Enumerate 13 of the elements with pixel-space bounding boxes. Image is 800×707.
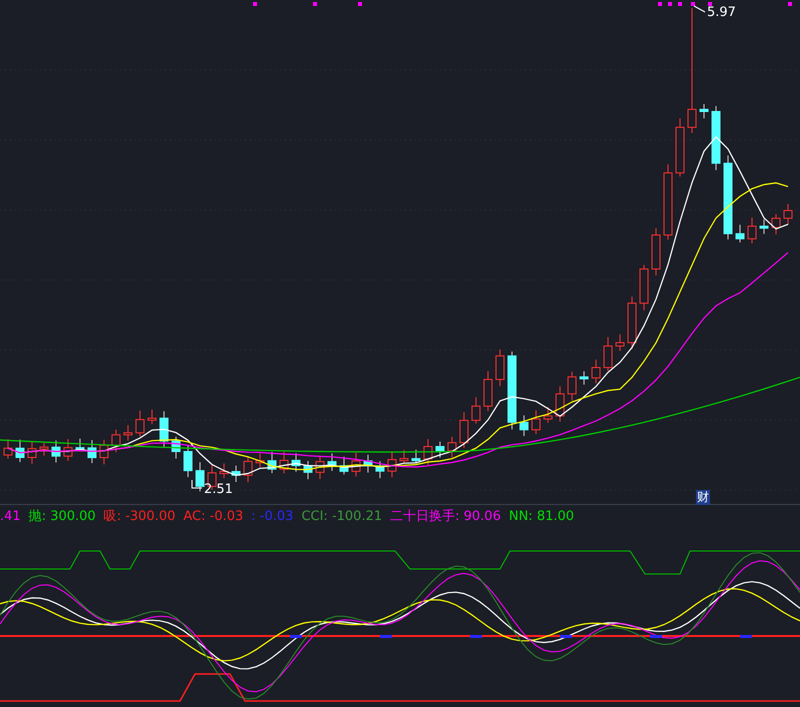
indicator-value: NN: 81.00 <box>508 508 574 526</box>
indicator-value: AC: -0.03 <box>183 508 244 526</box>
indicator-value: 二十日换手: 90.06 <box>390 508 501 526</box>
price-label: 5.97 <box>707 5 736 20</box>
indicator-value: CCI: -100.21 <box>301 508 382 526</box>
indicator-value: .41 <box>0 508 21 526</box>
finance-marker: 财 <box>696 490 710 505</box>
indicator-value: : -0.03 <box>251 508 294 526</box>
indicator-value: 吸: -300.00 <box>104 508 176 526</box>
indicator-value: 抛: 300.00 <box>28 508 96 526</box>
leader-line <box>192 480 202 488</box>
leader-line <box>694 6 706 12</box>
price-label: 2.51 <box>204 482 233 497</box>
